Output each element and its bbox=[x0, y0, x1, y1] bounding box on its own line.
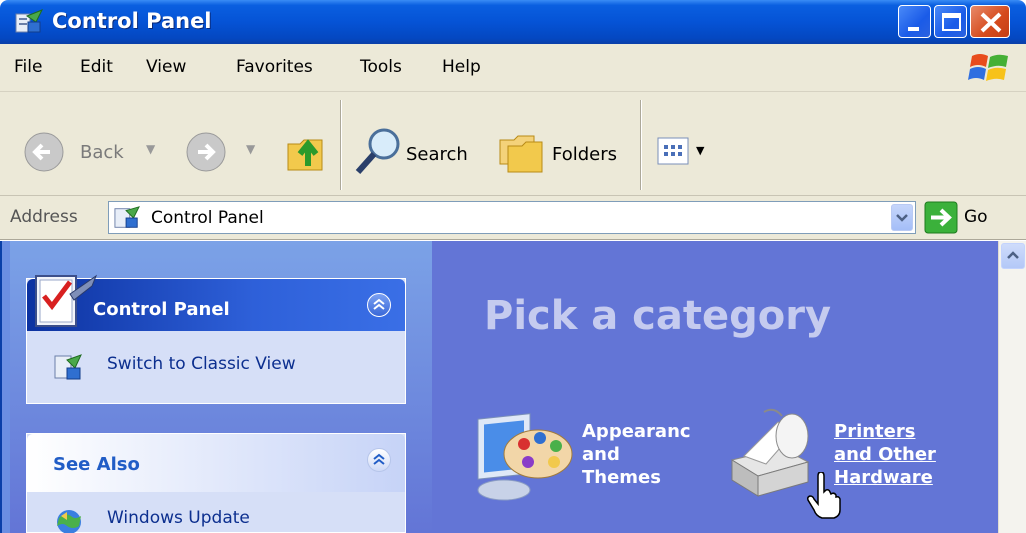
menu-bar: File Edit View Favorites Tools Help bbox=[0, 44, 1026, 92]
menu-favorites[interactable]: Favorites bbox=[236, 57, 313, 77]
address-value: Control Panel bbox=[151, 208, 264, 228]
printers-hardware-label: Printers and Other Hardware bbox=[834, 420, 936, 489]
category-label-line: and bbox=[582, 444, 620, 465]
go-button[interactable]: Go bbox=[964, 207, 988, 227]
chevron-up-icon bbox=[373, 298, 385, 310]
windows-logo-icon bbox=[968, 54, 1008, 81]
appearance-themes-icon bbox=[477, 413, 573, 501]
folders-label: Folders bbox=[552, 144, 618, 165]
close-icon bbox=[980, 12, 1002, 33]
scroll-up-arrow-icon bbox=[1007, 251, 1019, 259]
window-left-border bbox=[0, 241, 10, 533]
category-label-line: Hardware bbox=[834, 467, 933, 488]
control-panel-icon bbox=[15, 9, 44, 33]
page-title: Pick a category bbox=[484, 293, 832, 339]
panel-title: Control Panel bbox=[93, 299, 230, 320]
hand-cursor-icon bbox=[807, 472, 841, 519]
back-dropdown-icon: ▼ bbox=[146, 142, 156, 156]
toolbar: Back ▼ ▼ Search Folders ▼ bbox=[0, 92, 1026, 196]
maximize-button[interactable] bbox=[934, 5, 967, 38]
chevron-down-icon bbox=[896, 214, 908, 222]
appearance-themes-label: Appearanc and Themes bbox=[582, 420, 698, 489]
views-button[interactable]: ▼ bbox=[656, 136, 724, 170]
menu-file[interactable]: File bbox=[14, 57, 42, 77]
chevron-up-icon bbox=[373, 453, 385, 465]
switch-classic-view-link[interactable]: Switch to Classic View bbox=[107, 354, 296, 374]
menu-edit[interactable]: Edit bbox=[80, 57, 113, 77]
category-printers-hardware[interactable]: Printers and Other Hardware bbox=[722, 400, 962, 510]
scroll-up-button[interactable] bbox=[1001, 243, 1025, 269]
category-label-line: Printers bbox=[834, 421, 916, 442]
see-also-header[interactable]: See Also bbox=[27, 434, 405, 492]
back-label: Back bbox=[80, 142, 124, 163]
address-dropdown-button[interactable] bbox=[891, 204, 913, 231]
go-arrow-icon[interactable] bbox=[924, 201, 958, 234]
category-label-line: Appearanc bbox=[582, 421, 691, 442]
minimize-button[interactable] bbox=[898, 5, 931, 38]
menu-help[interactable]: Help bbox=[442, 57, 481, 77]
collapse-button[interactable] bbox=[367, 293, 391, 317]
search-label: Search bbox=[406, 144, 468, 165]
menu-tools[interactable]: Tools bbox=[360, 57, 402, 77]
views-icon bbox=[657, 137, 689, 165]
vertical-scrollbar[interactable] bbox=[998, 241, 1026, 533]
see-also-box: See Also Windows Update bbox=[26, 433, 406, 533]
back-button[interactable]: Back ▼ bbox=[20, 130, 170, 174]
category-label-line: Themes bbox=[582, 467, 661, 488]
address-bar: Address Control Panel Go bbox=[0, 196, 1026, 240]
address-field[interactable]: Control Panel bbox=[108, 201, 916, 234]
forward-button[interactable]: ▼ bbox=[184, 130, 264, 174]
title-bar[interactable]: Control Panel bbox=[0, 0, 1026, 44]
close-button[interactable] bbox=[970, 5, 1010, 38]
classic-view-icon bbox=[54, 354, 82, 380]
address-label: Address bbox=[10, 207, 78, 227]
minimize-icon bbox=[908, 27, 919, 31]
search-button[interactable]: Search bbox=[352, 124, 482, 178]
forward-dropdown-icon: ▼ bbox=[246, 142, 256, 156]
forward-arrow-icon bbox=[186, 132, 226, 172]
category-label-line: and Other bbox=[834, 444, 936, 465]
see-also-title: See Also bbox=[53, 454, 140, 475]
back-arrow-icon bbox=[24, 132, 64, 172]
windows-update-link[interactable]: Windows Update bbox=[107, 508, 250, 528]
see-also-collapse-button[interactable] bbox=[367, 448, 391, 472]
category-appearance-themes[interactable]: Appearanc and Themes bbox=[470, 400, 700, 510]
menu-view[interactable]: View bbox=[146, 57, 186, 77]
control-panel-large-icon bbox=[35, 274, 98, 327]
maximize-icon bbox=[942, 13, 961, 31]
window-title: Control Panel bbox=[52, 9, 212, 33]
folders-button[interactable]: Folders bbox=[498, 128, 628, 178]
control-panel-icon bbox=[114, 206, 140, 228]
windows-update-icon bbox=[57, 510, 81, 533]
views-dropdown-icon: ▼ bbox=[696, 144, 705, 157]
search-icon bbox=[355, 128, 400, 174]
up-folder-icon[interactable] bbox=[284, 128, 328, 176]
folders-icon bbox=[499, 135, 543, 173]
